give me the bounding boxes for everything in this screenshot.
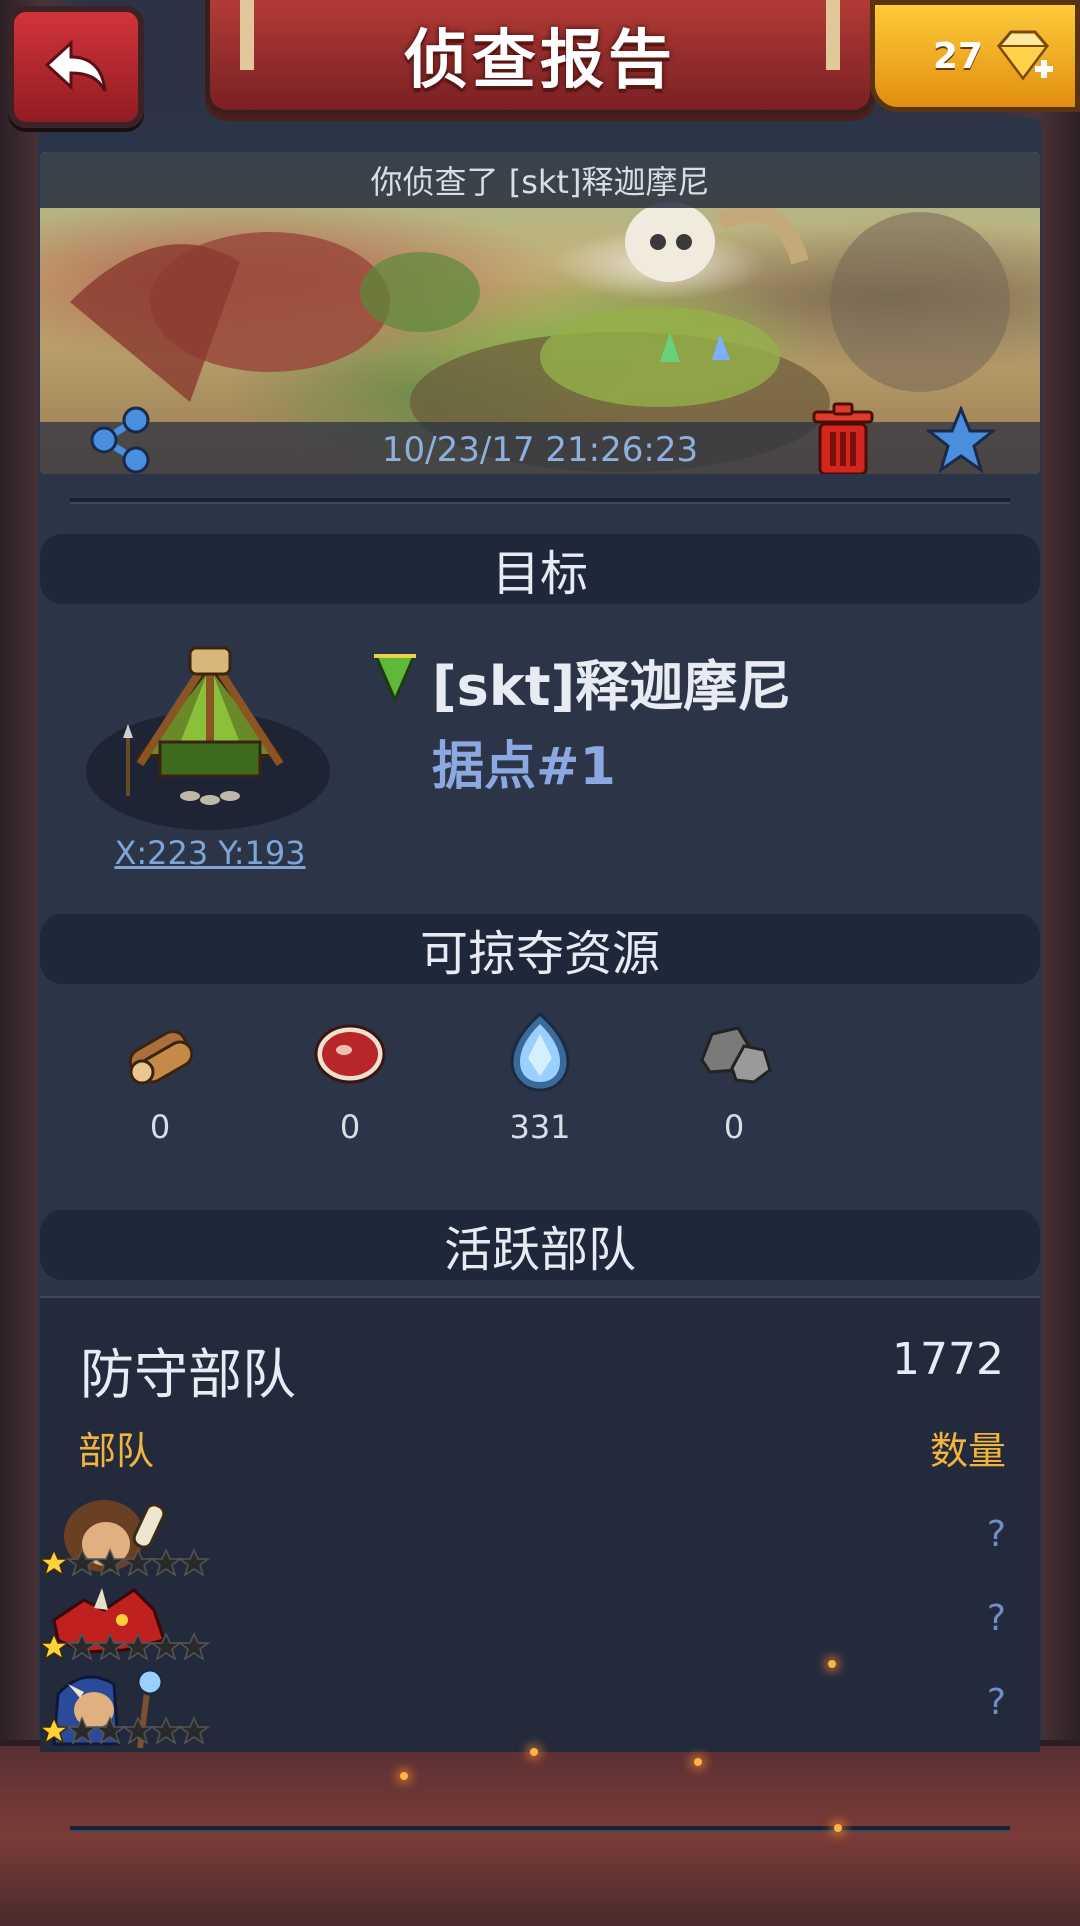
page-title: 侦查报告: [404, 24, 676, 98]
alliance-flag-icon: [373, 654, 417, 704]
resource-wood: [110, 1010, 210, 1098]
target-player-name: [skt]释迦摩尼: [432, 655, 792, 718]
ember-particle: [400, 1772, 408, 1780]
stone-icon: [700, 1026, 772, 1084]
troop-quantity: ?: [986, 1514, 1006, 1555]
scout-image: 你侦查了 [skt]释迦摩尼 10/23/17 21:26:23: [40, 152, 1040, 474]
ember-particle: [834, 1824, 842, 1832]
gem-plus-icon: [997, 30, 1053, 81]
scout-caption: 你侦查了 [skt]释迦摩尼: [40, 152, 1040, 208]
share-icon[interactable]: [84, 404, 156, 474]
ember-particle: [828, 1660, 836, 1668]
ember-particle: [530, 1748, 538, 1756]
meat-icon: [314, 1024, 386, 1084]
defense-total: 1772: [892, 1334, 1004, 1385]
troop-row[interactable]: ?: [40, 1496, 1040, 1580]
stronghold-hut-icon[interactable]: [120, 646, 300, 816]
bottom-divider: [70, 1826, 1010, 1832]
column-troop-label: 部队: [78, 1429, 155, 1473]
crystal-icon: [510, 1011, 570, 1092]
favorite-star-icon[interactable]: [926, 406, 996, 474]
star-rating: [40, 1548, 211, 1577]
resource-crystal-value: 331: [509, 1108, 571, 1146]
ember-particle: [694, 1758, 702, 1766]
troop-row[interactable]: ?: [40, 1580, 1040, 1664]
troop-quantity: ?: [986, 1598, 1006, 1639]
target-header: 目标: [40, 534, 1040, 604]
star-rating: [40, 1716, 211, 1745]
coordinates-link[interactable]: X:223 Y:193: [100, 834, 320, 872]
troops-header: 活跃部队: [40, 1210, 1040, 1280]
target-stronghold: 据点#1: [432, 737, 616, 797]
wood-icon: [128, 1030, 194, 1085]
frame-bottom: [0, 1740, 1080, 1926]
title-banner: 侦查报告: [205, 0, 875, 115]
resource-wood-value: 0: [149, 1108, 171, 1146]
troop-row[interactable]: ?: [40, 1664, 1040, 1748]
column-quantity-label: 数量: [929, 1429, 1006, 1473]
trash-icon[interactable]: [808, 402, 878, 474]
star-rating: [40, 1632, 211, 1661]
resource-stone-value: 0: [723, 1108, 745, 1146]
scout-timestamp: 10/23/17 21:26:23: [381, 430, 699, 470]
resource-stone: [684, 1010, 784, 1098]
divider: [70, 498, 1010, 504]
resources-header: 可掠夺资源: [40, 914, 1040, 984]
back-button[interactable]: [8, 6, 144, 128]
resource-meat-value: 0: [339, 1108, 361, 1146]
defense-label: 防守部队: [80, 1343, 296, 1406]
resource-crystal: [490, 1010, 590, 1098]
gem-count: 27: [932, 35, 983, 77]
back-arrow-icon: [44, 39, 107, 92]
resource-meat: [300, 1010, 400, 1098]
troop-quantity: ?: [986, 1682, 1006, 1723]
gem-counter-button[interactable]: 27: [870, 0, 1080, 112]
